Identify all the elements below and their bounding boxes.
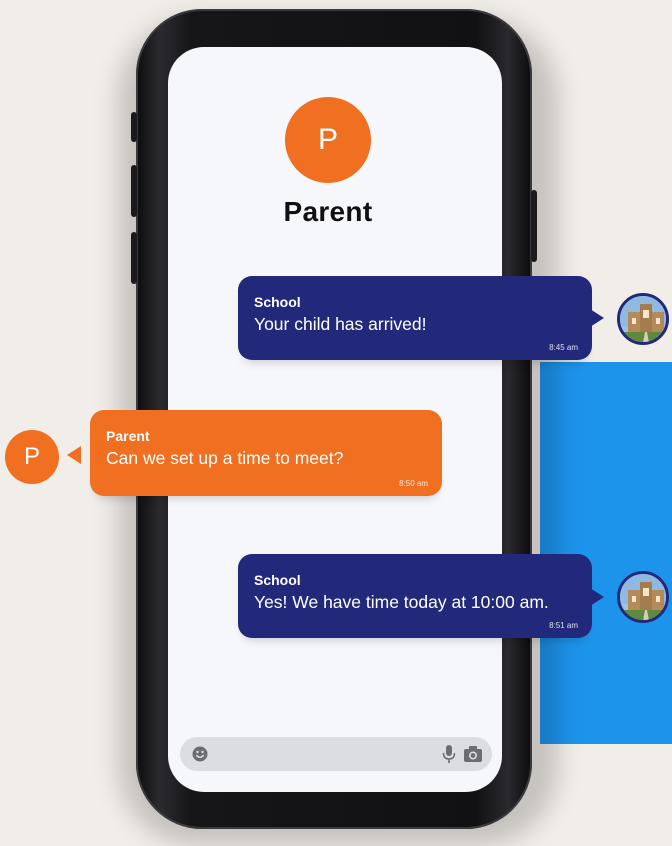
message-input-bar[interactable]	[180, 737, 492, 771]
message-timestamp: 8:50 am	[399, 479, 428, 488]
message-sender: Parent	[106, 428, 150, 444]
contact-name: Parent	[283, 196, 373, 227]
school-avatar[interactable]	[617, 571, 669, 623]
phone-volume-up-button	[131, 165, 137, 217]
message-timestamp: 8:51 am	[549, 621, 578, 630]
parent-avatar[interactable]: P	[5, 430, 59, 484]
phone-mute-switch	[131, 112, 137, 142]
school-building-icon	[620, 296, 666, 342]
message-sender: School	[254, 294, 301, 310]
message-text: Yes! We have time today at 10:00 am.	[254, 592, 549, 612]
message-text: Can we set up a time to meet?	[106, 448, 344, 468]
message-text: Your child has arrived!	[254, 314, 427, 334]
smiley-icon[interactable]	[192, 746, 208, 762]
phone-volume-down-button	[131, 232, 137, 284]
contact-avatar[interactable]: P	[285, 97, 371, 183]
school-message-bubble[interactable]: School Yes! We have time today at 10:00 …	[238, 554, 592, 638]
microphone-icon[interactable]	[442, 745, 456, 763]
parent-message-bubble[interactable]: Parent Can we set up a time to meet? 8:5…	[90, 410, 442, 496]
phone-power-button	[531, 190, 537, 262]
message-sender: School	[254, 572, 301, 588]
camera-icon[interactable]	[464, 746, 482, 762]
message-timestamp: 8:45 am	[549, 343, 578, 352]
bubble-tail	[590, 309, 604, 327]
school-avatar[interactable]	[617, 293, 669, 345]
blue-accent-panel	[540, 362, 672, 744]
bubble-tail	[67, 446, 81, 464]
bubble-tail	[590, 588, 604, 606]
school-message-bubble[interactable]: School Your child has arrived! 8:45 am	[238, 276, 592, 360]
